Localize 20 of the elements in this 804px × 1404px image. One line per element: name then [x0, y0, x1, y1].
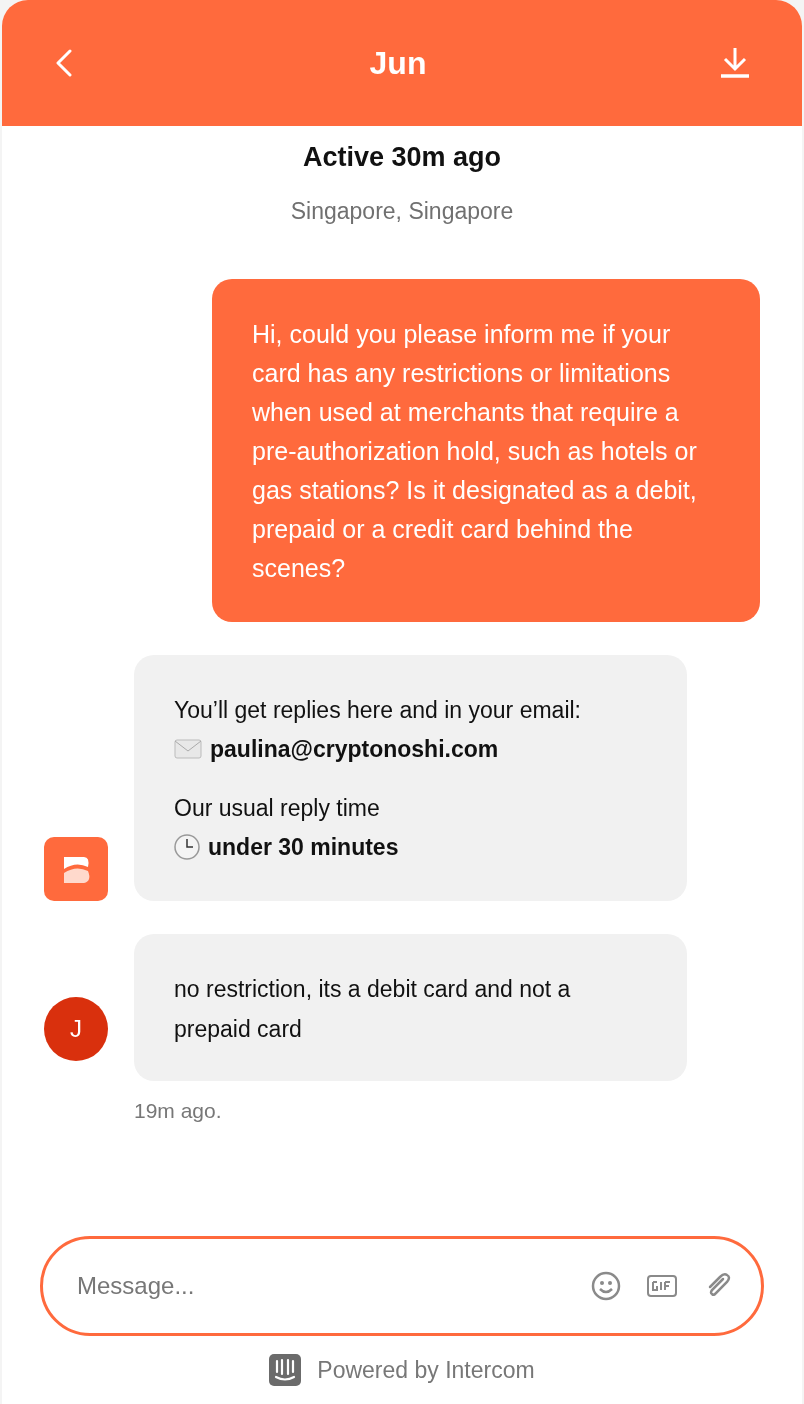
message-field[interactable]: Message...: [77, 1268, 565, 1304]
reply-time-label: Our usual reply time: [174, 793, 381, 823]
agent-avatar: J: [44, 996, 108, 1061]
email-address: paulina@cryptonoshi.com: [210, 734, 499, 764]
message-time: 19m ago.: [134, 1097, 222, 1124]
download-icon[interactable]: [720, 47, 750, 79]
envelope-icon: [174, 739, 202, 759]
notice-text: You’ll get replies here and in your email:: [174, 695, 582, 725]
agent-message-text: no restriction, its a debit card and not a prepaid card: [174, 974, 572, 1044]
user-message-bubble: Hi, could you please inform me if your card has any restrictions or limitations when used at merchants that require a pre-authorization hold, such as hotels or gas stations? Is it designated as a debit, prepaid or a credit card behind the scenes?: [212, 278, 760, 622]
powered-by-text: Powered by Intercom: [317, 1355, 535, 1385]
reply-time: under 30 minutes: [208, 832, 399, 862]
emoji-icon[interactable]: [591, 1271, 621, 1301]
gif-icon[interactable]: [647, 1275, 677, 1297]
clock-icon: [174, 834, 200, 860]
intercom-logo-icon: [269, 1354, 302, 1386]
window-title: Jun: [369, 44, 427, 83]
location-text: Singapore, Singapore: [290, 197, 514, 226]
logo-icon: [44, 836, 108, 901]
active-status: Active 30m ago: [302, 141, 502, 174]
